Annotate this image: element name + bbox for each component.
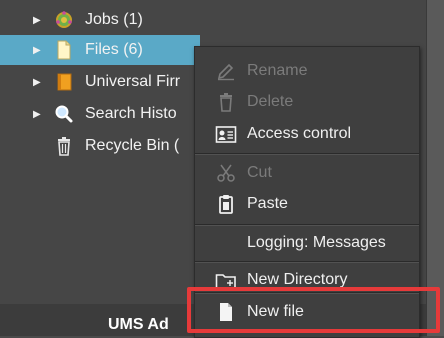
vertical-scrollbar[interactable] bbox=[426, 0, 444, 336]
trash-icon bbox=[54, 136, 74, 156]
menu-item-new-directory[interactable]: New Directory bbox=[195, 266, 419, 294]
menu-separator bbox=[195, 224, 419, 226]
menu-item-label: Cut bbox=[247, 164, 272, 181]
expand-arrow-icon[interactable]: ▶ bbox=[33, 45, 43, 56]
menu-item-label: New file bbox=[247, 303, 304, 320]
menu-item-label: Paste bbox=[247, 195, 288, 212]
expand-arrow-icon[interactable]: ▶ bbox=[33, 109, 43, 120]
menu-item-label: New Directory bbox=[247, 271, 348, 288]
menu-separator bbox=[195, 261, 419, 263]
menu-separator bbox=[195, 153, 419, 155]
menu-item-paste[interactable]: Paste bbox=[195, 190, 419, 218]
menu-item-logging-messages[interactable]: Logging: Messages bbox=[195, 229, 419, 257]
scissors-icon bbox=[215, 162, 237, 184]
menu-item-cut[interactable]: Cut bbox=[195, 159, 419, 187]
menu-item-rename[interactable]: Rename bbox=[195, 57, 419, 85]
file-icon bbox=[54, 40, 74, 60]
menu-item-label: Rename bbox=[247, 62, 308, 79]
tree-item-label: Jobs (1) bbox=[85, 11, 143, 28]
expand-arrow-icon[interactable]: ▶ bbox=[33, 15, 43, 26]
pencil-icon bbox=[215, 60, 237, 82]
menu-separator bbox=[195, 292, 419, 294]
new-file-icon bbox=[215, 301, 237, 323]
tree-item-label: Search Histo bbox=[85, 105, 177, 122]
menu-item-access-control[interactable]: Access control bbox=[195, 120, 419, 148]
new-folder-icon bbox=[215, 269, 237, 291]
tree-item-label: Files (6) bbox=[85, 41, 143, 58]
access-control-icon bbox=[215, 123, 237, 145]
clipboard-icon bbox=[215, 193, 237, 215]
footer-title: UMS Ad bbox=[108, 316, 169, 333]
tree-item-jobs[interactable]: ▶ Jobs (1) bbox=[0, 5, 426, 35]
gear-icon bbox=[54, 10, 74, 30]
menu-item-label: Delete bbox=[247, 93, 294, 110]
tree-item-label: Universal Firr bbox=[85, 73, 181, 90]
magnifier-icon bbox=[54, 104, 74, 124]
tree-item-label: Recycle Bin ( bbox=[85, 137, 180, 154]
tree-item-files[interactable]: ▶ Files (6) bbox=[0, 35, 200, 65]
menu-item-new-file[interactable]: New file bbox=[195, 298, 419, 326]
expand-arrow-icon[interactable]: ▶ bbox=[33, 77, 43, 88]
context-menu: Rename Delete Access control Cut Paste L… bbox=[194, 46, 420, 338]
firmware-icon bbox=[54, 72, 74, 92]
menu-item-label: Logging: Messages bbox=[247, 234, 386, 251]
menu-item-label: Access control bbox=[247, 125, 352, 142]
trash-icon bbox=[215, 91, 237, 113]
menu-item-delete[interactable]: Delete bbox=[195, 88, 419, 116]
